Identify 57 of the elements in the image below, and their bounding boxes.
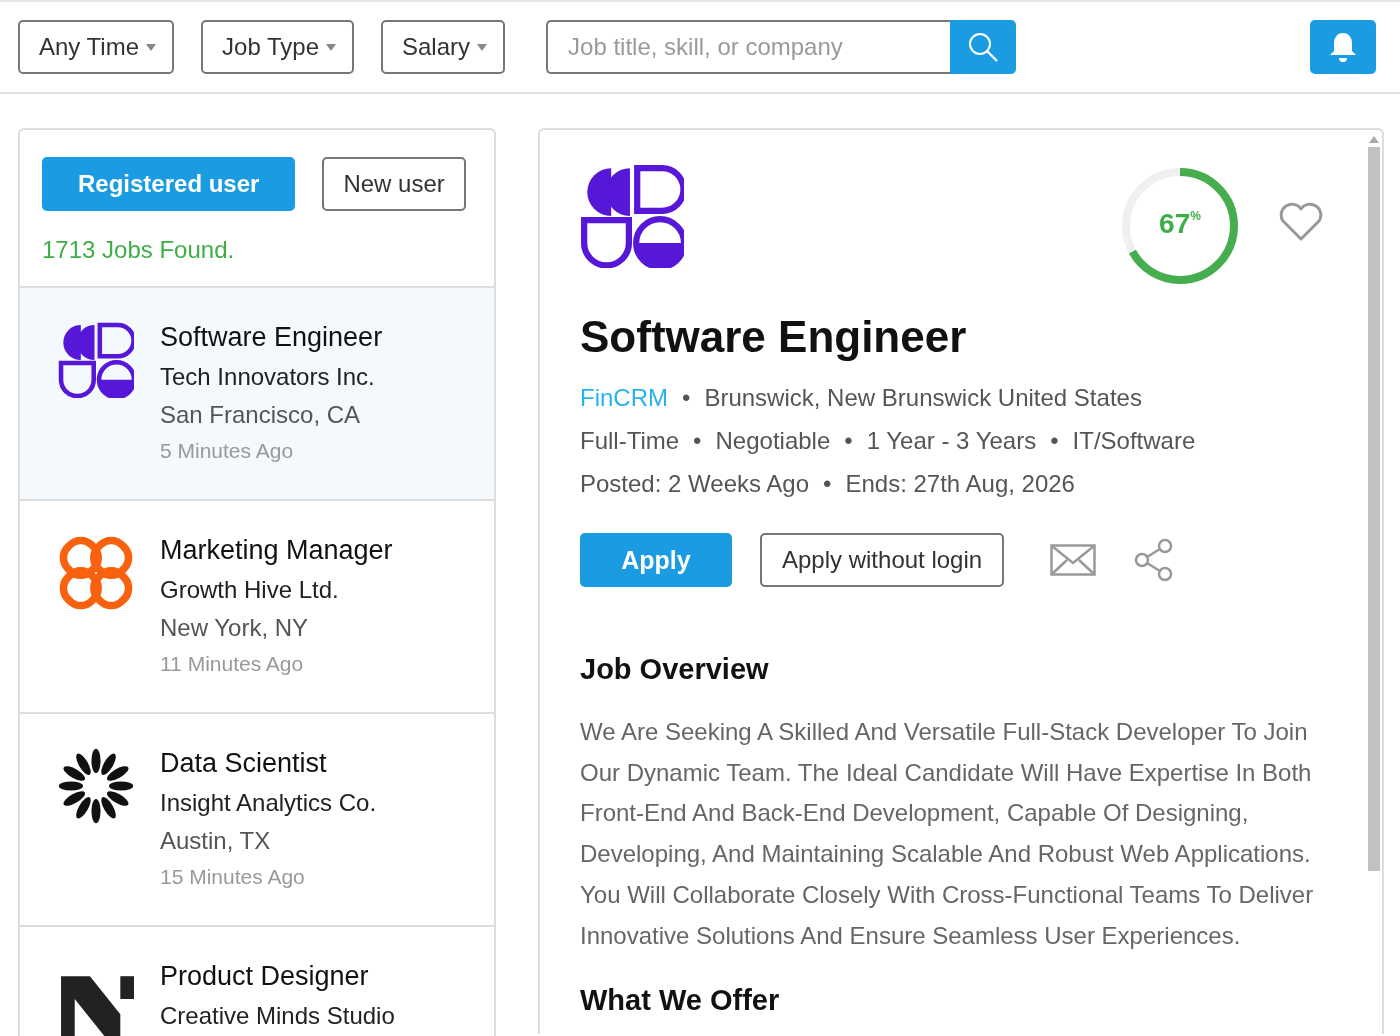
apply-without-login-button[interactable]: Apply without login	[760, 533, 1005, 587]
scroll-up-icon	[1369, 136, 1379, 143]
filter-dropdown[interactable]: Salary	[381, 20, 506, 74]
search-icon	[967, 31, 1000, 63]
share-icon	[1134, 538, 1175, 582]
logo-icon	[58, 748, 134, 824]
job-location: Austin, TX	[160, 827, 272, 855]
logo-icon	[580, 164, 684, 268]
job-description: We Are Seeking A Skilled And Versatile Full-Stack Developer To Join Our Dynamic Team. The Ideal Candidate Will Have Expertise In Both Front-End And Back-End Development, Capable Of Designing, Developing, And Maintaining Scalable And Robust Web Applications. You Will Collaborate Closely With Cross-Functional Teams To Deliver Innovative Solutions And Ensure Seamless User Experiences.	[580, 717, 1315, 951]
logo-icon	[58, 322, 134, 398]
job-meta: Brunswick, New Brunswick United States	[704, 383, 1142, 412]
filter-dropdown[interactable]: Job Type	[201, 20, 354, 74]
company-name: Growth Hive Ltd.	[160, 576, 340, 604]
job-meta: IT/Software	[1072, 426, 1196, 455]
search-button[interactable]	[950, 20, 1017, 74]
caret-icon	[477, 43, 488, 51]
email-button[interactable]	[1050, 544, 1097, 576]
company-name: Insight Analytics Co.	[160, 789, 377, 817]
job-list-item[interactable]: Software Engineer Tech Innovators Inc. San Francisco, CA 5 Minutes Ago	[20, 288, 494, 501]
job-title: Software Engineer	[580, 312, 968, 362]
section-heading: What We Offer	[580, 984, 781, 1018]
filter-dropdown[interactable]: Any Time	[18, 20, 175, 74]
separator-dot: •	[693, 426, 702, 455]
caret-icon	[326, 43, 336, 51]
match-percent: 67$^{%}$	[1158, 208, 1202, 240]
company-name: Creative Minds Studio	[160, 1002, 395, 1030]
job-location: New York, NY	[160, 614, 310, 642]
job-title: Data Scientist	[160, 748, 328, 779]
separator-dot: •	[1050, 426, 1059, 455]
search-field[interactable]: Job title, skill, or company	[546, 20, 951, 74]
job-meta: Posted: 2 Weeks Ago	[580, 469, 810, 498]
job-title: Product Designer	[160, 961, 370, 992]
job-meta: 1 Year - 3 Years	[866, 426, 1037, 455]
share-button[interactable]	[1134, 538, 1175, 582]
caret-icon	[146, 43, 157, 51]
job-meta: Negotiable	[715, 426, 831, 455]
job-meta: Full-Time	[580, 426, 680, 455]
logo-icon	[58, 535, 134, 611]
company-name: Tech Innovators Inc.	[160, 363, 376, 391]
jobs-count: 1713 Jobs Found.	[42, 236, 236, 264]
section-heading: Job Overview	[580, 653, 770, 686]
separator-dot: •	[682, 383, 691, 412]
job-location: San Francisco, CA	[160, 401, 362, 429]
posted-time: 15 Minutes Ago	[160, 865, 306, 889]
posted-time: 5 Minutes Ago	[160, 439, 295, 463]
user-tab[interactable]: New user	[322, 157, 466, 211]
scrollbar-thumb[interactable]	[1368, 147, 1380, 871]
notification-button[interactable]	[1310, 20, 1376, 74]
separator-dot: •	[844, 426, 853, 455]
envelope-icon	[1050, 544, 1097, 576]
job-title: Software Engineer	[160, 322, 383, 353]
job-meta: Ends: 27th Aug, 2026	[845, 469, 1075, 498]
separator-dot: •	[823, 469, 832, 498]
posted-time: 11 Minutes Ago	[160, 652, 305, 676]
heart-icon	[1278, 202, 1324, 242]
job-title: Marketing Manager	[160, 535, 393, 566]
bell-icon	[1328, 31, 1358, 63]
